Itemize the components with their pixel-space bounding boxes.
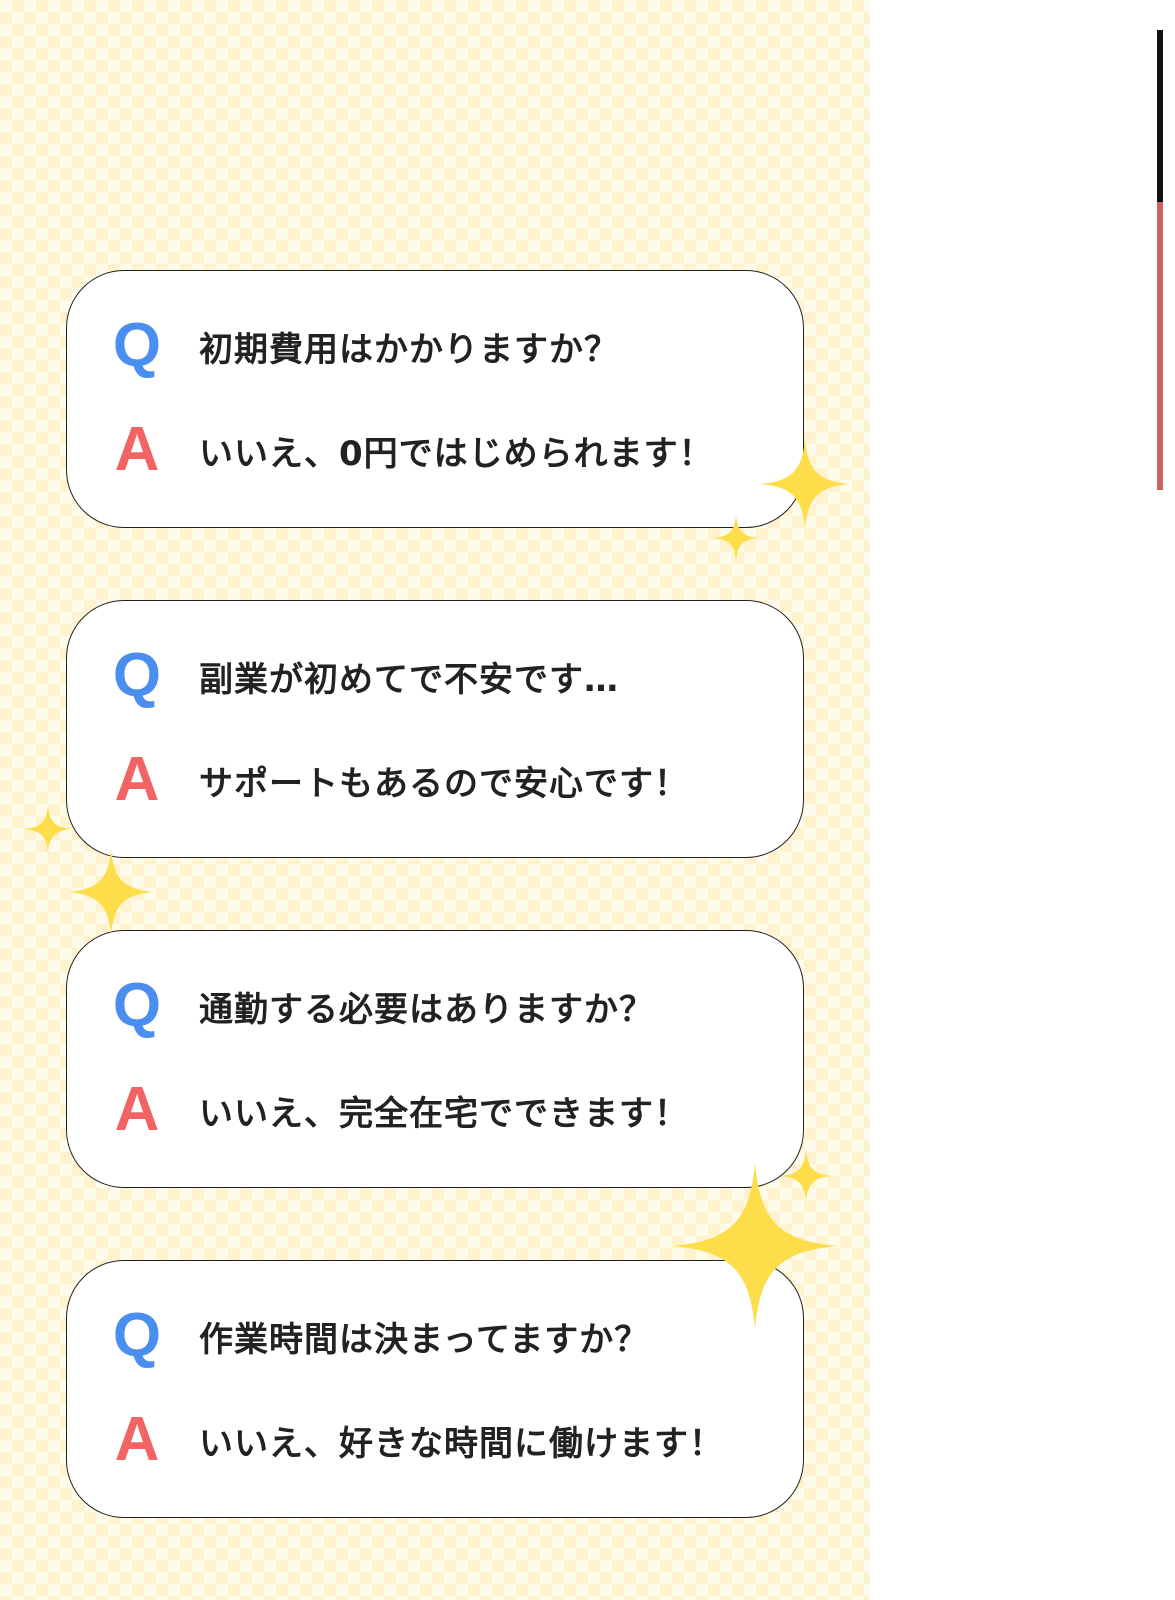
faq-card: Q 通勤する必要はありますか？ A いいえ、完全在宅でできます！: [66, 930, 804, 1188]
answer-marker: A: [114, 1405, 160, 1474]
faq-card: Q 初期費用はかかりますか？ A いいえ、0円ではじめられます！: [66, 270, 804, 528]
sparkle-icon: [760, 439, 850, 529]
faq-question-row: Q 作業時間は決まってますか？: [111, 1301, 649, 1371]
sparkle-icon: [713, 515, 759, 561]
scrollbar-track[interactable]: [1157, 202, 1163, 490]
faq-question-row: Q 初期費用はかかりますか？: [111, 311, 619, 381]
scrollbar[interactable]: [1157, 30, 1163, 490]
faq-page: Q 初期費用はかかりますか？ A いいえ、0円ではじめられます！ Q 副業が初め…: [0, 0, 1175, 1600]
faq-question: 初期費用はかかりますか？: [199, 329, 619, 370]
answer-marker: A: [114, 745, 160, 814]
faq-answer-row: A いいえ、好きな時間に働けます！: [111, 1405, 724, 1475]
faq-card: Q 副業が初めてで不安です… A サポートもあるので安心です！: [66, 600, 804, 858]
answer-marker: A: [114, 415, 160, 484]
faq-question: 副業が初めてで不安です…: [199, 659, 619, 700]
sparkle-icon: [24, 805, 72, 853]
faq-question-row: Q 副業が初めてで不安です…: [111, 641, 619, 711]
sparkle-icon: [68, 849, 154, 935]
question-marker: Q: [112, 641, 162, 710]
faq-answer: いいえ、0円ではじめられます！: [199, 433, 714, 474]
faq-question-row: Q 通勤する必要はありますか？: [111, 971, 654, 1041]
question-marker: Q: [112, 1301, 162, 1370]
faq-answer: いいえ、完全在宅でできます！: [199, 1093, 689, 1134]
scrollbar-thumb[interactable]: [1157, 30, 1163, 202]
question-marker: Q: [112, 971, 162, 1040]
sparkle-icon: [672, 1163, 838, 1329]
faq-answer-row: A いいえ、完全在宅でできます！: [111, 1075, 689, 1145]
question-marker: Q: [112, 311, 162, 380]
faq-answer-row: A いいえ、0円ではじめられます！: [111, 415, 714, 485]
faq-question: 作業時間は決まってますか？: [199, 1319, 650, 1360]
answer-marker: A: [114, 1075, 160, 1144]
faq-question: 通勤する必要はありますか？: [199, 989, 654, 1030]
faq-answer: サポートもあるので安心です！: [199, 763, 689, 804]
faq-answer: いいえ、好きな時間に働けます！: [199, 1423, 724, 1464]
faq-answer-row: A サポートもあるので安心です！: [111, 745, 689, 815]
